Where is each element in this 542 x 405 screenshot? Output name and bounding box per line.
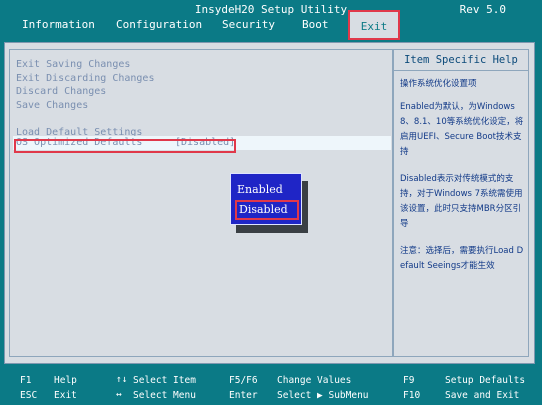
option-enabled[interactable]: Enabled xyxy=(237,183,283,196)
key-f5f6: F5/F6 xyxy=(229,375,258,386)
option-popup: Enabled Disabled xyxy=(230,173,302,225)
menu-pane: Exit Saving Changes Exit Discarding Chan… xyxy=(9,49,393,357)
key-f9: F9 xyxy=(403,375,415,386)
revision-label: Rev 5.0 xyxy=(459,3,506,16)
option-disabled[interactable]: Disabled xyxy=(235,200,299,220)
key-f1: F1 xyxy=(20,375,32,386)
help-paragraph: 注意：选择后，需要执行Load Default Seeings才能生效 xyxy=(400,246,524,271)
title-bar: InsydeH20 Setup Utility Rev 5.0 Informat… xyxy=(0,0,542,40)
help-paragraph: Disabled表示对传统模式的支持，对于Windows 7系统需使用该设置，此… xyxy=(400,174,523,229)
key-select-menu-desc: Select Menu xyxy=(133,390,196,401)
arrow-updown-icon: ↑↓ xyxy=(116,374,128,385)
help-header: Item Specific Help xyxy=(394,50,528,71)
key-f10-desc: Save and Exit xyxy=(445,390,520,401)
help-paragraph: 操作系统优化设置项 xyxy=(400,79,477,89)
help-paragraph: Enabled为默认，为Windows 8、8.1、10等系统优化设定，将启用U… xyxy=(400,102,524,157)
tab-boot[interactable]: Boot xyxy=(302,18,329,31)
key-select-item-desc: Select Item xyxy=(133,375,196,386)
menu-save-changes[interactable]: Save Changes xyxy=(16,100,88,111)
key-f10: F10 xyxy=(403,390,421,401)
tab-configuration[interactable]: Configuration xyxy=(116,18,202,31)
footer-keys: F1 Help ESC Exit ↑↓ Select Item ↔ Select… xyxy=(0,368,542,405)
menu-discard-changes[interactable]: Discard Changes xyxy=(16,86,106,97)
arrow-leftright-icon: ↔ xyxy=(116,389,122,400)
key-f5f6-desc: Change Values xyxy=(277,375,352,386)
key-esc: ESC xyxy=(20,390,38,401)
key-enter-desc: Select ▶ SubMenu xyxy=(277,390,369,401)
key-f9-desc: Setup Defaults xyxy=(445,375,526,386)
tab-exit[interactable]: Exit xyxy=(348,10,400,40)
tab-information[interactable]: Information xyxy=(22,18,95,31)
help-pane: Item Specific Help 操作系统优化设置项 Enabled为默认，… xyxy=(393,49,529,357)
key-enter: Enter xyxy=(229,390,258,401)
tab-security[interactable]: Security xyxy=(222,18,275,31)
selection-highlight xyxy=(14,139,236,153)
key-esc-desc: Exit xyxy=(54,390,77,401)
key-f1-desc: Help xyxy=(54,375,77,386)
menu-exit-saving-changes[interactable]: Exit Saving Changes xyxy=(16,59,130,70)
menu-exit-discarding-changes[interactable]: Exit Discarding Changes xyxy=(16,73,154,84)
